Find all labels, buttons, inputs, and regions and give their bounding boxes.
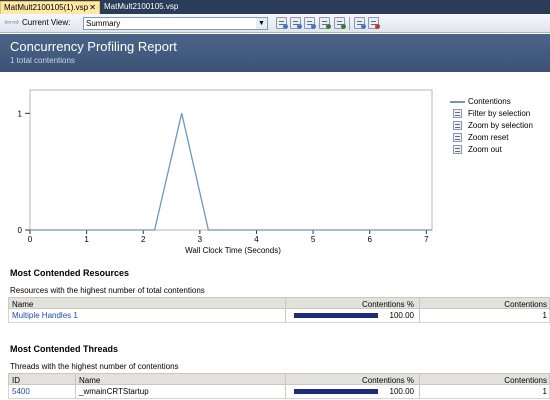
back-arrow-icon[interactable]: ⇦ bbox=[4, 17, 12, 28]
forward-arrow-icon[interactable]: ⇨ bbox=[12, 17, 20, 28]
report-graph-icon[interactable] bbox=[290, 17, 302, 29]
column-header-contentions[interactable]: Contentions bbox=[420, 298, 547, 309]
contention-percent-bar-fill bbox=[294, 313, 378, 318]
current-view-label: Current View: bbox=[22, 18, 71, 27]
action-label: Zoom by selection bbox=[468, 121, 533, 130]
chevron-down-icon[interactable]: ▼ bbox=[256, 18, 267, 29]
x-tick-label: 5 bbox=[311, 235, 316, 244]
plot-frame bbox=[29, 89, 433, 231]
contention-percent-value: 100.00 bbox=[389, 311, 414, 320]
table-row[interactable]: Multiple Handles 1 100.00 1 bbox=[8, 309, 550, 323]
report-table-icon[interactable] bbox=[304, 17, 316, 29]
column-divider bbox=[75, 374, 76, 384]
thread-name: _wmainCRTStartup bbox=[79, 387, 149, 396]
tab-label: MatMult2100105.vsp bbox=[104, 2, 179, 11]
x-tick-label: 1 bbox=[84, 235, 89, 244]
x-tick-label: 7 bbox=[424, 235, 429, 244]
column-divider bbox=[75, 385, 76, 398]
table-header: ID Name Contentions % Contentions bbox=[8, 373, 550, 385]
report-summary-icon[interactable] bbox=[276, 17, 288, 29]
zoom-out-button[interactable]: Zoom out bbox=[450, 144, 550, 156]
tab-matmult-1[interactable]: MatMult2100105(1).vsp ✕ bbox=[0, 1, 100, 14]
tab-matmult[interactable]: MatMult2100105.vsp bbox=[101, 1, 194, 14]
chart-axes bbox=[29, 89, 433, 231]
page-subtitle: 1 total contentions bbox=[10, 56, 75, 65]
column-header-name[interactable]: Name bbox=[79, 374, 100, 385]
contention-percent-bar bbox=[294, 389, 378, 394]
x-tick-label: 6 bbox=[367, 235, 372, 244]
page-title: Concurrency Profiling Report bbox=[10, 39, 177, 54]
compare-icon[interactable] bbox=[354, 17, 366, 29]
threads-table: ID Name Contentions % Contentions 5400 _… bbox=[8, 373, 550, 400]
close-icon[interactable]: ✕ bbox=[89, 2, 96, 14]
zoom-reset-button[interactable]: Zoom reset bbox=[450, 132, 550, 144]
thread-id-link[interactable]: 5400 bbox=[12, 385, 30, 398]
action-label: Zoom reset bbox=[468, 133, 509, 142]
column-divider bbox=[285, 385, 286, 398]
resources-table: Name Contentions % Contentions Multiple … bbox=[8, 297, 550, 324]
x-tick-label: 3 bbox=[198, 235, 203, 244]
contention-percent-bar bbox=[294, 313, 378, 318]
action-label: Zoom out bbox=[468, 145, 502, 154]
x-tick-label: 0 bbox=[28, 235, 33, 244]
legend-item-contentions: Contentions bbox=[450, 96, 550, 108]
y-tick-label: 1 bbox=[18, 109, 23, 118]
filter-by-selection-button[interactable]: Filter by selection bbox=[450, 108, 550, 120]
zoom-reset-icon bbox=[453, 133, 462, 142]
x-axis-label: Wall Clock Time (Seconds) bbox=[185, 246, 281, 255]
zoom-by-selection-button[interactable]: Zoom by selection bbox=[450, 120, 550, 132]
table-row[interactable]: 5400 _wmainCRTStartup 100.00 1 bbox=[8, 385, 550, 399]
zoom-out-icon bbox=[453, 145, 462, 154]
column-header-id[interactable]: ID bbox=[12, 374, 20, 385]
resources-section-title: Most Contended Resources bbox=[10, 268, 130, 278]
contention-percent-value: 100.00 bbox=[389, 387, 414, 396]
export-icon[interactable] bbox=[319, 17, 331, 29]
resource-name-link[interactable]: Multiple Handles 1 bbox=[12, 309, 78, 322]
threads-section-description: Threads with the highest number of conte… bbox=[10, 362, 179, 371]
x-tick-label: 2 bbox=[141, 235, 146, 244]
action-label: Filter by selection bbox=[468, 109, 531, 118]
toolbar: ⇦ ⇨ Current View: Summary ▼ bbox=[0, 14, 550, 33]
filter-icon bbox=[453, 109, 462, 118]
column-divider bbox=[285, 309, 286, 322]
column-header-contentions[interactable]: Contentions bbox=[420, 374, 547, 385]
options-icon[interactable] bbox=[334, 17, 346, 29]
contention-count: 1 bbox=[542, 311, 547, 320]
chart-legend: Contentions Filter by selection Zoom by … bbox=[450, 96, 550, 156]
column-header-name[interactable]: Name bbox=[12, 298, 33, 309]
legend-label: Contentions bbox=[468, 97, 511, 106]
x-tick-label: 4 bbox=[254, 235, 259, 244]
current-view-select[interactable]: Summary ▼ bbox=[83, 17, 268, 30]
y-tick-label: 0 bbox=[18, 226, 23, 235]
table-header: Name Contentions % Contentions bbox=[8, 297, 550, 309]
threads-section-title: Most Contended Threads bbox=[10, 344, 119, 354]
legend-swatch bbox=[450, 101, 465, 103]
tab-label: MatMult2100105(1).vsp bbox=[4, 3, 89, 12]
toolbar-separator bbox=[349, 17, 350, 30]
column-header-contentions-percent[interactable]: Contentions % bbox=[286, 298, 414, 309]
zoom-selection-icon bbox=[453, 121, 462, 130]
current-view-value: Summary bbox=[86, 19, 121, 28]
document-tab-bar: MatMult2100105(1).vsp ✕ MatMult2100105.v… bbox=[0, 0, 550, 14]
column-header-contentions-percent[interactable]: Contentions % bbox=[286, 374, 414, 385]
refresh-icon[interactable] bbox=[368, 17, 380, 29]
report-header: Concurrency Profiling Report 1 total con… bbox=[0, 34, 550, 72]
contention-percent-bar-fill bbox=[294, 389, 378, 394]
contention-count: 1 bbox=[542, 387, 547, 396]
contentions-chart[interactable]: 0 1 2 3 4 5 6 7 0 1 Wall Clock Time (Seconds) bbox=[0, 72, 450, 258]
resources-section-description: Resources with the highest number of tot… bbox=[10, 286, 205, 295]
